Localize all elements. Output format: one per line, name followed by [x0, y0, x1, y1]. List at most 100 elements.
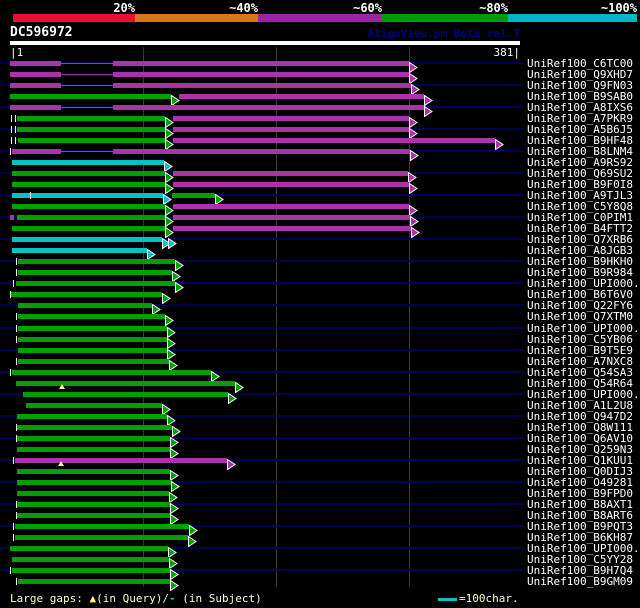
gap-tick-icon: [11, 126, 12, 133]
arrow-head-icon: [168, 234, 177, 250]
alignment-bar-segment[interactable]: [12, 226, 165, 231]
alignment-bar-segment[interactable]: [173, 182, 409, 187]
alignment-bar-segment[interactable]: [173, 127, 409, 132]
alignment-bar-segment[interactable]: [12, 248, 147, 253]
alignment-bar-segment[interactable]: [113, 149, 410, 154]
arrow-head-icon: [211, 367, 220, 383]
alignment-bar-segment[interactable]: [113, 105, 424, 110]
alignment-bar-segment[interactable]: [17, 414, 167, 419]
alignment-bar-segment[interactable]: [17, 491, 169, 496]
alignment-bar-segment[interactable]: [12, 568, 170, 573]
arrow-head-icon: [164, 157, 173, 173]
legend-subject-gap-text: (in Subject): [175, 592, 262, 605]
alignment-bar-segment[interactable]: [173, 138, 495, 143]
large-gaps-legend: Large gaps: ▲(in Query)/- (in Subject): [10, 592, 262, 605]
alignment-bar-segment[interactable]: [17, 480, 171, 485]
alignment-bar-segment[interactable]: [10, 83, 61, 88]
alignment-bar-segment[interactable]: [17, 513, 170, 518]
alignment-bar-segment[interactable]: [173, 204, 409, 209]
arrow-head-icon: [167, 323, 176, 339]
arrow-head-icon: [168, 543, 177, 559]
arrow-head-icon: [175, 256, 184, 272]
alignment-bar-segment[interactable]: [18, 359, 169, 364]
alignment-bar-segment[interactable]: [10, 94, 171, 99]
alignment-bar-segment[interactable]: [18, 337, 167, 342]
alignment-bar-segment[interactable]: [12, 182, 165, 187]
scale-bar-swatch-icon: [438, 598, 457, 601]
alignment-bar-segment[interactable]: [18, 259, 175, 264]
alignment-bar-segment[interactable]: [173, 215, 410, 220]
alignment-bar-segment[interactable]: [173, 171, 408, 176]
row-label[interactable]: UniRef100_B9GM09: [527, 576, 633, 587]
alignment-bar-segment[interactable]: [12, 370, 211, 375]
alignment-plot: UniRef100_C6TC00 UniRef100_Q9XHD7 UniRef10…: [0, 0, 640, 608]
alignment-bar-segment[interactable]: [18, 326, 167, 331]
alignment-bar-segment[interactable]: [113, 61, 409, 66]
alignment-bar-segment[interactable]: [17, 215, 165, 220]
alignment-bar-segment[interactable]: [173, 226, 411, 231]
alignment-bar-segment[interactable]: [113, 72, 409, 77]
alignment-bar-segment[interactable]: [18, 314, 165, 319]
alignment-bar-segment[interactable]: [12, 557, 169, 562]
alignment-bar-segment[interactable]: [172, 193, 215, 198]
arrow-head-icon: [170, 466, 179, 482]
gap-tick-icon: [16, 578, 17, 585]
alignment-bar-segment[interactable]: [17, 502, 170, 507]
alignment-bar-segment[interactable]: [12, 204, 165, 209]
alignment-bar-segment[interactable]: [12, 171, 165, 176]
arrow-head-icon: [167, 334, 176, 350]
alignment-bar-segment[interactable]: [12, 193, 163, 198]
arrow-head-icon: [227, 455, 236, 471]
gap-tick-icon: [16, 358, 17, 365]
alignment-bar-segment[interactable]: [12, 237, 162, 242]
alignment-bar-segment[interactable]: [12, 160, 164, 165]
arrow-head-icon: [170, 565, 179, 581]
alignment-bar-segment[interactable]: [10, 61, 61, 66]
arrow-head-icon: [172, 422, 181, 438]
alignment-bar-segment[interactable]: [179, 94, 424, 99]
alignment-bar-segment[interactable]: [23, 392, 228, 397]
alignment-bar-segment[interactable]: [18, 138, 165, 143]
alignment-gap-line: [61, 107, 113, 108]
alignment-bar-segment[interactable]: [15, 524, 189, 529]
subject-gap-dash-icon: -: [168, 592, 176, 605]
alignment-bar-segment[interactable]: [17, 425, 172, 430]
gap-tick-icon: [13, 457, 14, 464]
alignment-bar-segment[interactable]: [18, 348, 167, 353]
alignment-bar-segment[interactable]: [15, 458, 227, 463]
arrow-head-icon: [170, 433, 179, 449]
alignment-bar-segment[interactable]: [15, 535, 188, 540]
alignment-bar-segment[interactable]: [18, 270, 172, 275]
alignment-bar-segment[interactable]: [17, 116, 165, 121]
alignment-bar-segment[interactable]: [173, 116, 409, 121]
arrow-head-icon: [411, 80, 420, 96]
alignment-bar-segment[interactable]: [17, 127, 165, 132]
arrow-head-icon: [170, 444, 179, 460]
alignment-bar-segment[interactable]: [16, 381, 235, 386]
gap-tick-icon: [11, 137, 12, 144]
arrow-head-icon: [409, 201, 418, 217]
alignment-bar-segment[interactable]: [26, 403, 162, 408]
alignment-bar-segment[interactable]: [18, 579, 170, 584]
alignment-bar-segment[interactable]: [10, 546, 168, 551]
alignment-bar-segment[interactable]: [17, 469, 170, 474]
alignment-gap-line: [61, 85, 113, 86]
alignment-bar-segment[interactable]: [10, 215, 14, 220]
arrow-head-icon: [409, 124, 418, 140]
gap-tick-icon: [16, 258, 17, 265]
alignment-bar-segment[interactable]: [12, 149, 61, 154]
arrow-head-icon: [165, 311, 174, 327]
alignment-bar-segment[interactable]: [18, 303, 152, 308]
alignment-bar-segment[interactable]: [16, 281, 175, 286]
alignment-bar-segment[interactable]: [10, 72, 61, 77]
row-label[interactable]: UniRef100_Q7XTM0: [527, 311, 633, 322]
alignment-bar-segment[interactable]: [113, 83, 411, 88]
arrow-head-icon: [163, 190, 172, 206]
alignment-bar-segment[interactable]: [10, 105, 61, 110]
alignment-bar-segment[interactable]: [17, 436, 170, 441]
alignment-bar-segment[interactable]: [17, 447, 170, 452]
arrow-head-icon: [162, 289, 171, 305]
alignment-bar-segment[interactable]: [11, 292, 162, 297]
gap-tick-icon: [16, 424, 17, 431]
arrow-head-icon: [235, 378, 244, 394]
